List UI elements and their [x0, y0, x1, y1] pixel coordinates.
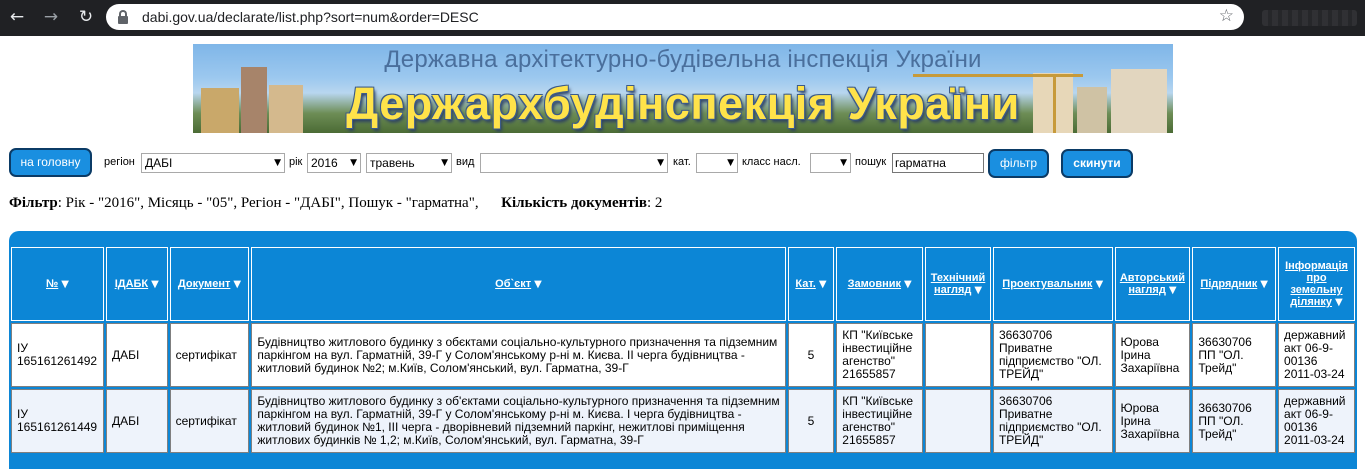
cell-land-info: державний акт 06-9-00136 2011-03-24	[1278, 323, 1355, 387]
chevron-down-icon: ▼	[727, 158, 734, 168]
sort-icon[interactable]: ▼	[534, 279, 542, 290]
documents-table: № ▼ ІДАБК ▼ Документ ▼ Об`єкт ▼ Кат. ▼ Замовн…	[9, 245, 1357, 455]
chevron-down-icon: ▼	[350, 158, 357, 168]
address-bar[interactable]: dabi.gov.ua/declarate/list.php?sort=num&…	[106, 4, 1244, 30]
cell-designer: 36630706 Приватне підприємство "ОЛ. ТРЕЙ…	[992, 323, 1113, 387]
sort-icon[interactable]: ▼	[61, 279, 69, 290]
column-header-land-info[interactable]: Інформація про земельну ділянку ▼	[1278, 247, 1355, 321]
chevron-down-icon: ▼	[274, 158, 281, 168]
reload-icon[interactable]: ↻	[75, 6, 97, 28]
table-row: ІУ 165161261492 ДАБІ сертифікат Будівниц…	[11, 323, 1355, 387]
cell-tech-supervision	[925, 323, 991, 387]
filter-summary: Фільтр: Рік - "2016", Місяць - "05", Рег…	[9, 195, 662, 212]
cell-tech-supervision	[925, 389, 991, 453]
column-header-num[interactable]: № ▼	[11, 247, 104, 321]
lock-icon[interactable]	[118, 10, 128, 24]
sort-icon[interactable]: ▼	[904, 279, 912, 290]
home-button[interactable]: на головну	[9, 148, 92, 177]
document-count-value: : 2	[646, 195, 663, 211]
search-label: пошук	[855, 156, 887, 168]
chevron-down-icon: ▼	[441, 158, 448, 168]
category-select[interactable]: ▼	[696, 153, 738, 173]
extensions-area[interactable]	[1262, 10, 1357, 26]
chevron-down-icon: ▼	[840, 158, 847, 168]
chevron-down-icon: ▼	[657, 158, 664, 168]
filter-button[interactable]: фільтр	[988, 149, 1049, 178]
sort-icon[interactable]: ▼	[1095, 279, 1103, 290]
region-select[interactable]: ДАБІ ▼	[141, 153, 285, 173]
cell-contractor: 36630706 ПП "ОЛ. Трейд"	[1192, 389, 1277, 453]
month-select-value: травень	[370, 156, 415, 170]
column-header-author-supervision[interactable]: Авторський нагляд ▼	[1114, 247, 1191, 321]
documents-table-container: № ▼ ІДАБК ▼ Документ ▼ Об`єкт ▼ Кат. ▼ Замовн…	[9, 231, 1357, 469]
cell-customer: КП "Київське інвестиційне агенство" 2165…	[836, 323, 924, 387]
cell-idabk: ДАБІ	[105, 389, 168, 453]
banner-subtitle: Державна архітектурно-будівельна інспекц…	[384, 46, 982, 73]
column-header-contractor[interactable]: Підрядник ▼	[1192, 247, 1277, 321]
column-header-customer[interactable]: Замовник ▼	[836, 247, 924, 321]
class-select[interactable]: ▼	[810, 153, 851, 173]
back-icon[interactable]: ←	[6, 6, 28, 28]
cell-num: ІУ 165161261492	[11, 323, 104, 387]
column-header-document[interactable]: Документ ▼	[169, 247, 250, 321]
document-count-label: Кількість документів	[501, 195, 647, 211]
sort-icon[interactable]: ▼	[1335, 297, 1343, 308]
sort-icon[interactable]: ▼	[819, 279, 827, 290]
year-select-value: 2016	[311, 156, 338, 170]
region-select-value: ДАБІ	[145, 156, 173, 170]
bookmark-star-icon[interactable]: ☆	[1219, 6, 1234, 26]
forward-icon[interactable]: →	[40, 6, 62, 28]
cell-author-supervision: Юрова Ірина Захаріївна	[1114, 389, 1191, 453]
sort-icon[interactable]: ▼	[151, 279, 159, 290]
cell-num: ІУ 165161261449	[11, 389, 104, 453]
sort-icon[interactable]: ▼	[1169, 285, 1177, 296]
filter-summary-label: Фільтр	[9, 195, 58, 211]
cell-object: Будівництво житлового будинку з обєктами…	[251, 323, 786, 387]
column-header-category[interactable]: Кат. ▼	[787, 247, 835, 321]
table-header-row: № ▼ ІДАБК ▼ Документ ▼ Об`єкт ▼ Кат. ▼ Замовн…	[11, 247, 1355, 321]
kind-label: вид	[456, 156, 475, 168]
site-banner[interactable]: Державна архітектурно-будівельна інспекц…	[193, 44, 1173, 133]
cell-category: 5	[787, 323, 835, 387]
cell-document: сертифікат	[169, 323, 250, 387]
class-label: класс насл.	[742, 156, 801, 168]
category-label: кат.	[673, 156, 691, 168]
cell-author-supervision: Юрова Ірина Захаріївна	[1114, 323, 1191, 387]
filter-summary-text: : Рік - "2016", Місяць - "05", Регіон - …	[57, 195, 479, 211]
cell-land-info: державний акт 06-9-00136 2011-03-24	[1278, 389, 1355, 453]
sort-icon[interactable]: ▼	[1260, 279, 1268, 290]
year-select[interactable]: 2016 ▼	[307, 153, 361, 173]
cell-contractor: 36630706 ПП "ОЛ. Трейд"	[1192, 323, 1277, 387]
cell-object: Будівництво житлового будинку з об'єктам…	[251, 389, 786, 453]
cell-designer: 36630706 Приватне підприємство "ОЛ. ТРЕЙ…	[992, 389, 1113, 453]
column-header-idabk[interactable]: ІДАБК ▼	[105, 247, 168, 321]
cell-category: 5	[787, 389, 835, 453]
banner-title: Держархбудінспекція України	[346, 78, 1020, 129]
browser-toolbar: ← → ↻ dabi.gov.ua/declarate/list.php?sor…	[0, 0, 1365, 36]
cell-document: сертифікат	[169, 389, 250, 453]
sort-icon[interactable]: ▼	[974, 285, 982, 296]
table-row: ІУ 165161261449 ДАБІ сертифікат Будівниц…	[11, 389, 1355, 453]
sort-icon[interactable]: ▼	[233, 279, 241, 290]
kind-select[interactable]: ▼	[480, 153, 668, 173]
month-select[interactable]: травень ▼	[366, 153, 452, 173]
cell-customer: КП "Київське інвестиційне агенство" 2165…	[836, 389, 924, 453]
column-header-object[interactable]: Об`єкт ▼	[251, 247, 786, 321]
column-header-tech-supervision[interactable]: Технічний нагляд ▼	[925, 247, 991, 321]
cell-idabk: ДАБІ	[105, 323, 168, 387]
search-input[interactable]: гарматна	[892, 153, 984, 173]
year-label: рік	[289, 156, 303, 168]
column-header-designer[interactable]: Проектувальник ▼	[992, 247, 1113, 321]
banner-crane-image	[913, 74, 1083, 77]
region-label: регіон	[104, 156, 135, 168]
reset-button[interactable]: скинути	[1061, 149, 1133, 178]
url-text[interactable]: dabi.gov.ua/declarate/list.php?sort=num&…	[142, 9, 479, 25]
